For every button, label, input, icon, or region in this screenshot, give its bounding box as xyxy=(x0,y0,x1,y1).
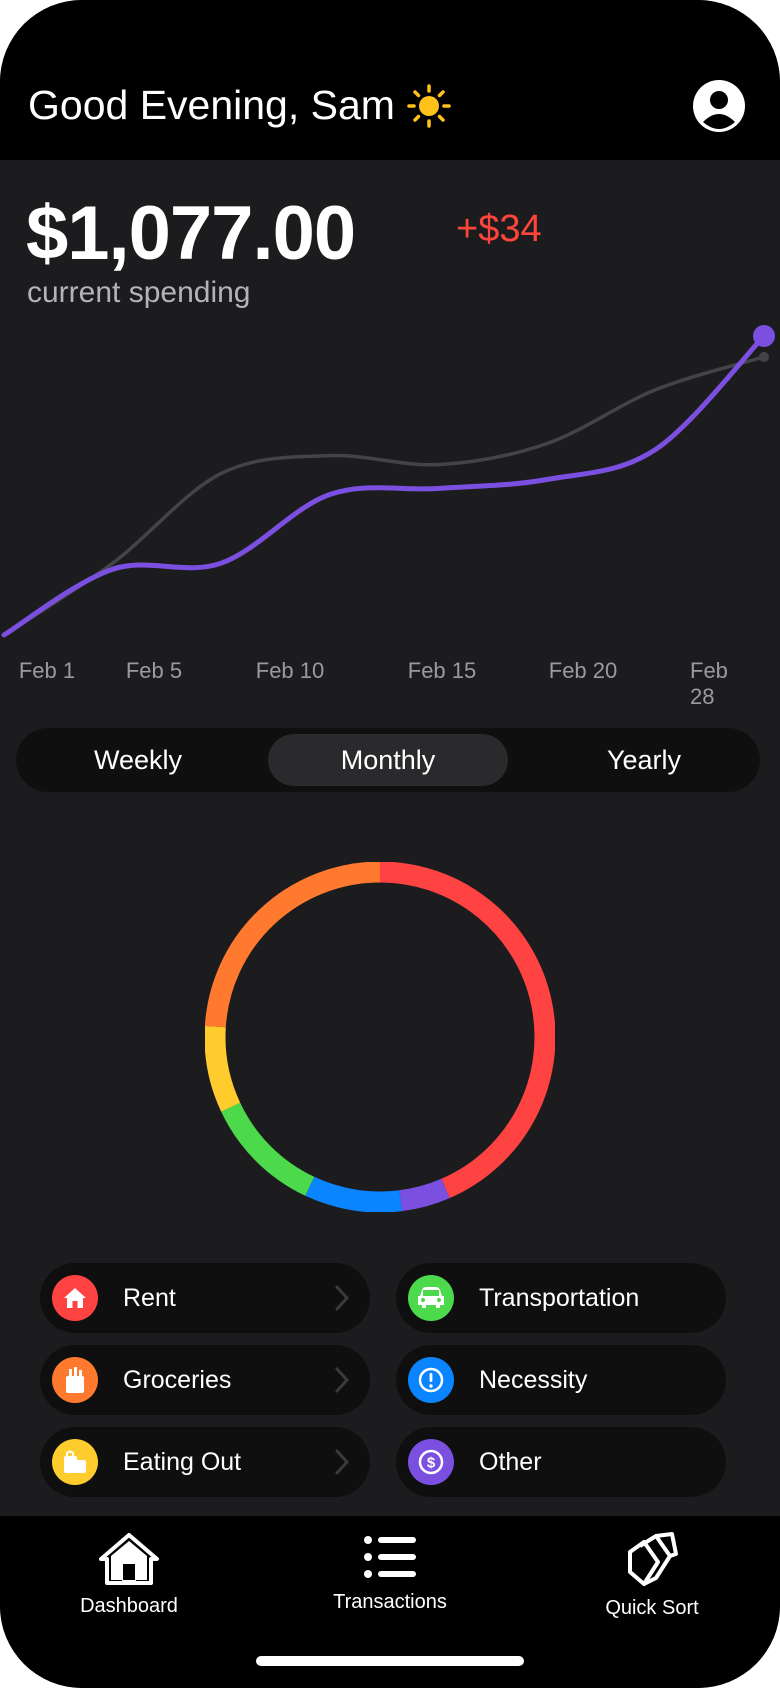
spending-caption: current spending xyxy=(27,276,251,309)
series-endpoint-current xyxy=(753,325,775,347)
spending-delta: +$34 xyxy=(456,208,542,250)
category-other[interactable]: $ Other xyxy=(396,1427,726,1497)
profile-button[interactable] xyxy=(693,80,745,132)
tab-monthly[interactable]: Monthly xyxy=(268,734,508,786)
category-eating-out[interactable]: Eating Out xyxy=(40,1427,370,1497)
tab-weekly[interactable]: Weekly xyxy=(28,734,248,786)
category-donut-chart xyxy=(205,862,555,1212)
category-groceries[interactable]: Groceries xyxy=(40,1345,370,1415)
series-line-current xyxy=(1,333,767,638)
phone-screen: Good Evening, Sam $1,077.00 +$34 current… xyxy=(0,0,780,1688)
donut-segment-rent[interactable] xyxy=(379,862,555,1199)
spending-line-chart xyxy=(1,325,775,638)
donut-segment-groceries[interactable] xyxy=(205,862,381,1028)
nav-quick-sort[interactable]: Quick Sort xyxy=(552,1532,752,1620)
nav-label: Quick Sort xyxy=(605,1597,699,1619)
category-label: Necessity xyxy=(479,1366,588,1394)
chevron-right-icon xyxy=(335,1367,350,1393)
exclamation-icon xyxy=(408,1357,454,1403)
x-tick-label: Feb 20 xyxy=(548,658,618,683)
donut-segment-transportation[interactable] xyxy=(221,1102,315,1196)
spending-amount: $1,077.00 xyxy=(26,191,356,276)
nav-label: Transactions xyxy=(333,1591,447,1613)
nav-label: Dashboard xyxy=(80,1595,178,1617)
category-necessity[interactable]: Necessity xyxy=(396,1345,726,1415)
period-selector: Weekly Monthly Yearly xyxy=(16,728,760,792)
house-icon xyxy=(52,1275,98,1321)
greeting-text: Good Evening, Sam xyxy=(28,82,395,128)
greeting: Good Evening, Sam xyxy=(28,82,451,129)
x-tick-label: Feb 10 xyxy=(255,658,325,683)
category-label: Rent xyxy=(123,1284,176,1312)
nav-dashboard[interactable]: Dashboard xyxy=(29,1532,229,1618)
category-label: Transportation xyxy=(479,1284,640,1312)
header: Good Evening, Sam xyxy=(0,0,780,160)
x-tick-label: Feb 5 xyxy=(125,658,183,683)
person-circle-icon xyxy=(693,80,745,132)
series-line-previous xyxy=(2,355,766,637)
sun-icon xyxy=(407,83,451,128)
category-transportation[interactable]: Transportation xyxy=(396,1263,726,1333)
category-label: Other xyxy=(479,1448,542,1476)
donut-segment-eating-out[interactable] xyxy=(205,1025,241,1112)
chevron-right-icon xyxy=(335,1449,350,1475)
chevron-right-icon xyxy=(335,1285,350,1311)
grocery-bag-icon xyxy=(52,1357,98,1403)
category-label: Eating Out xyxy=(123,1448,242,1476)
dollar-icon: $ xyxy=(408,1439,454,1485)
donut-segment-necessity[interactable] xyxy=(305,1176,402,1212)
x-tick-label: Feb 1 xyxy=(18,658,76,683)
series-endpoint-previous xyxy=(759,351,769,362)
tab-yearly[interactable]: Yearly xyxy=(534,734,754,786)
list-icon xyxy=(364,1536,416,1578)
x-tick-label: Feb 15 xyxy=(407,658,477,683)
takeout-icon xyxy=(52,1439,98,1485)
x-tick-label: Feb 28 xyxy=(690,658,728,709)
svg-text:$: $ xyxy=(427,1455,436,1472)
home-indicator xyxy=(256,1656,524,1666)
donut-segment-other[interactable] xyxy=(399,1178,450,1212)
car-icon xyxy=(408,1275,454,1321)
home-icon xyxy=(99,1533,159,1585)
nav-transactions[interactable]: Transactions xyxy=(290,1532,490,1614)
category-label: Groceries xyxy=(123,1366,232,1394)
stack-icon xyxy=(628,1532,678,1586)
category-rent[interactable]: Rent xyxy=(40,1263,370,1333)
